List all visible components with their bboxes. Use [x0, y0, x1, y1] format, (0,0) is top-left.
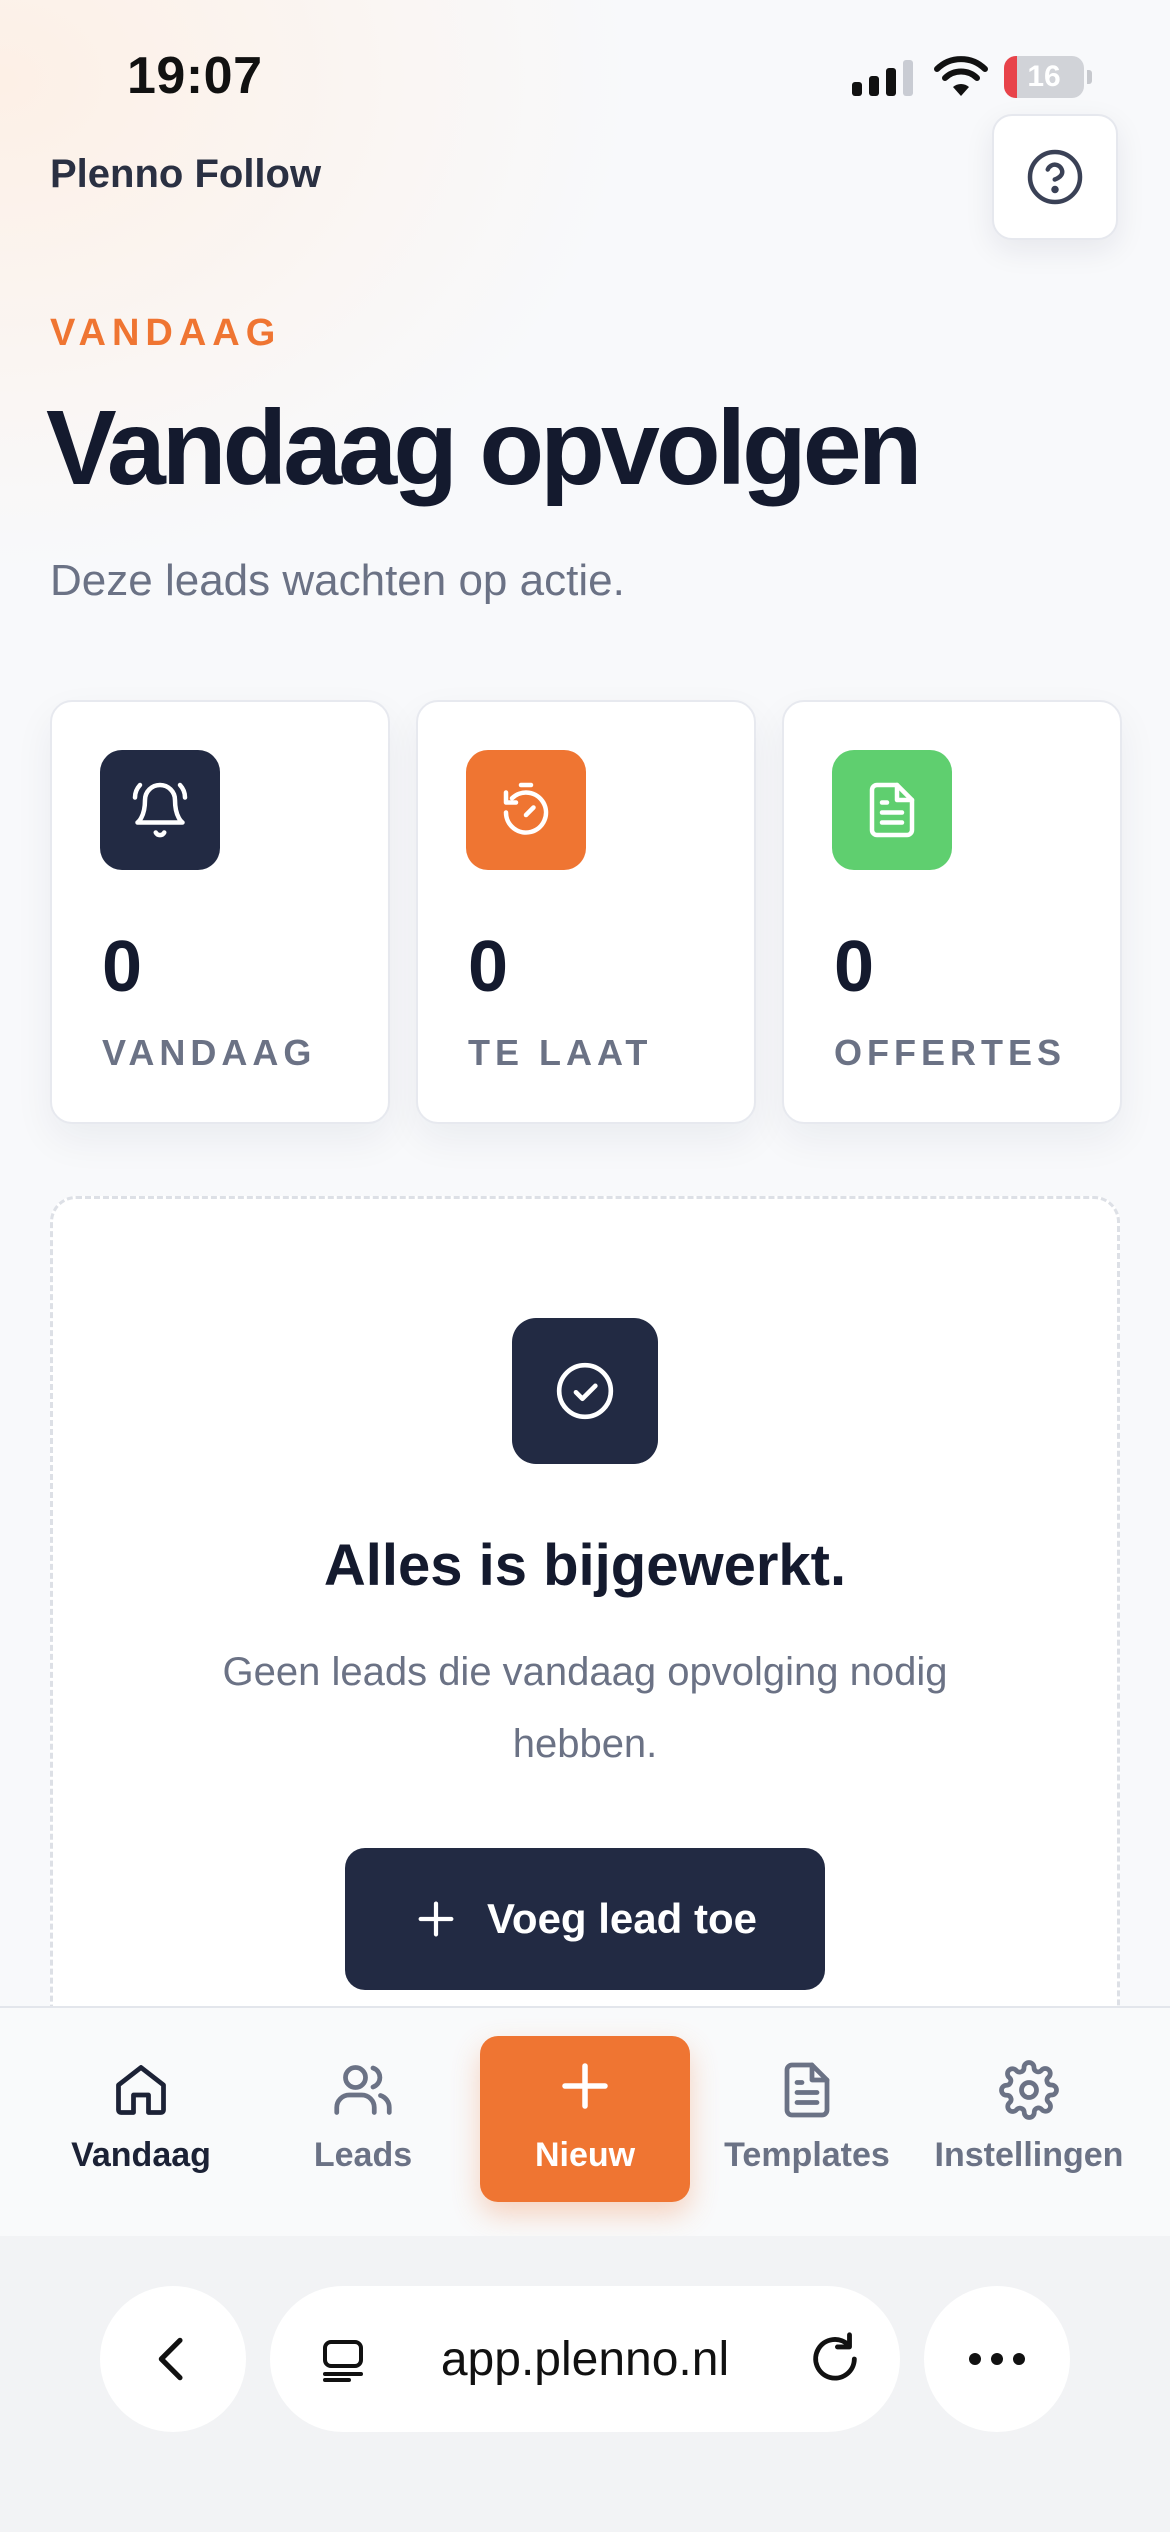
stat-label: TE LAAT — [468, 1032, 653, 1073]
empty-state-text: Geen leads die vandaag opvolging nodig h… — [222, 1650, 948, 1766]
document-icon — [784, 2062, 830, 2118]
add-lead-button[interactable]: Voeg lead toe — [345, 1848, 825, 1990]
tab-label: Templates — [724, 2136, 890, 2174]
empty-state-icon-box — [512, 1318, 658, 1464]
tab-leads[interactable]: Leads — [252, 2008, 474, 2238]
stat-label: OFFERTES — [834, 1032, 1067, 1073]
tab-instellingen[interactable]: Instellingen — [918, 2008, 1140, 2238]
stat-icon-box — [832, 750, 952, 870]
bell-icon — [132, 782, 188, 838]
stat-icon-box — [100, 750, 220, 870]
address-bar[interactable]: app.plenno.nl — [270, 2286, 900, 2432]
reload-icon[interactable] — [806, 2330, 864, 2388]
home-icon — [116, 2065, 166, 2115]
section-eyebrow: VANDAAG — [50, 312, 282, 354]
browser-toolbar: app.plenno.nl — [0, 2236, 1170, 2532]
stat-value: 0 — [468, 927, 509, 1007]
chevron-left-icon — [158, 2337, 183, 2381]
bottom-tab-bar: Vandaag Leads Nieuw Templates Instelling… — [0, 2006, 1170, 2236]
tab-nieuw[interactable]: Nieuw — [480, 2036, 690, 2202]
stat-card-vandaag[interactable]: 0 VANDAAG — [50, 700, 390, 1124]
tab-label: Nieuw — [534, 2136, 636, 2174]
gear-icon — [999, 2060, 1059, 2120]
battery-level: 16 — [1027, 60, 1061, 93]
check-circle-icon — [556, 1362, 614, 1420]
stat-value: 0 — [834, 927, 875, 1007]
empty-state-title: Alles is bijgewerkt. — [323, 1533, 847, 1598]
stat-card-offertes[interactable]: 0 OFFERTES — [782, 700, 1122, 1124]
tab-label: Instellingen — [934, 2136, 1124, 2174]
stat-value: 0 — [102, 927, 143, 1007]
tab-label: Vandaag — [71, 2136, 211, 2174]
timer-icon — [503, 782, 549, 835]
page-subtitle: Deze leads wachten op actie. — [50, 556, 625, 605]
add-lead-label: Voeg lead toe — [487, 1895, 757, 1942]
tab-vandaag[interactable]: Vandaag — [30, 2008, 252, 2238]
battery-icon: 16 — [1004, 56, 1084, 98]
more-button[interactable] — [924, 2286, 1070, 2432]
status-time: 19:07 — [127, 47, 263, 105]
wifi-icon — [934, 56, 988, 96]
stat-icon-box — [466, 750, 586, 870]
users-icon — [334, 2065, 392, 2115]
back-button[interactable] — [100, 2286, 246, 2432]
page-title: Vandaag opvolgen — [46, 389, 923, 507]
question-circle-icon — [1027, 149, 1083, 205]
stat-card-te-laat[interactable]: 0 TE LAAT — [416, 700, 756, 1124]
document-icon — [869, 782, 915, 838]
cellular-signal-icon — [852, 60, 914, 96]
app-title: Plenno Follow — [50, 152, 322, 196]
help-button[interactable] — [992, 114, 1118, 240]
plus-icon — [418, 1901, 454, 1937]
plus-icon — [562, 2063, 608, 2109]
more-icon — [969, 2353, 1025, 2365]
battery-cap — [1087, 70, 1092, 84]
tab-label: Leads — [313, 2136, 413, 2174]
stat-label: VANDAAG — [102, 1032, 317, 1073]
tab-templates[interactable]: Templates — [696, 2008, 918, 2238]
